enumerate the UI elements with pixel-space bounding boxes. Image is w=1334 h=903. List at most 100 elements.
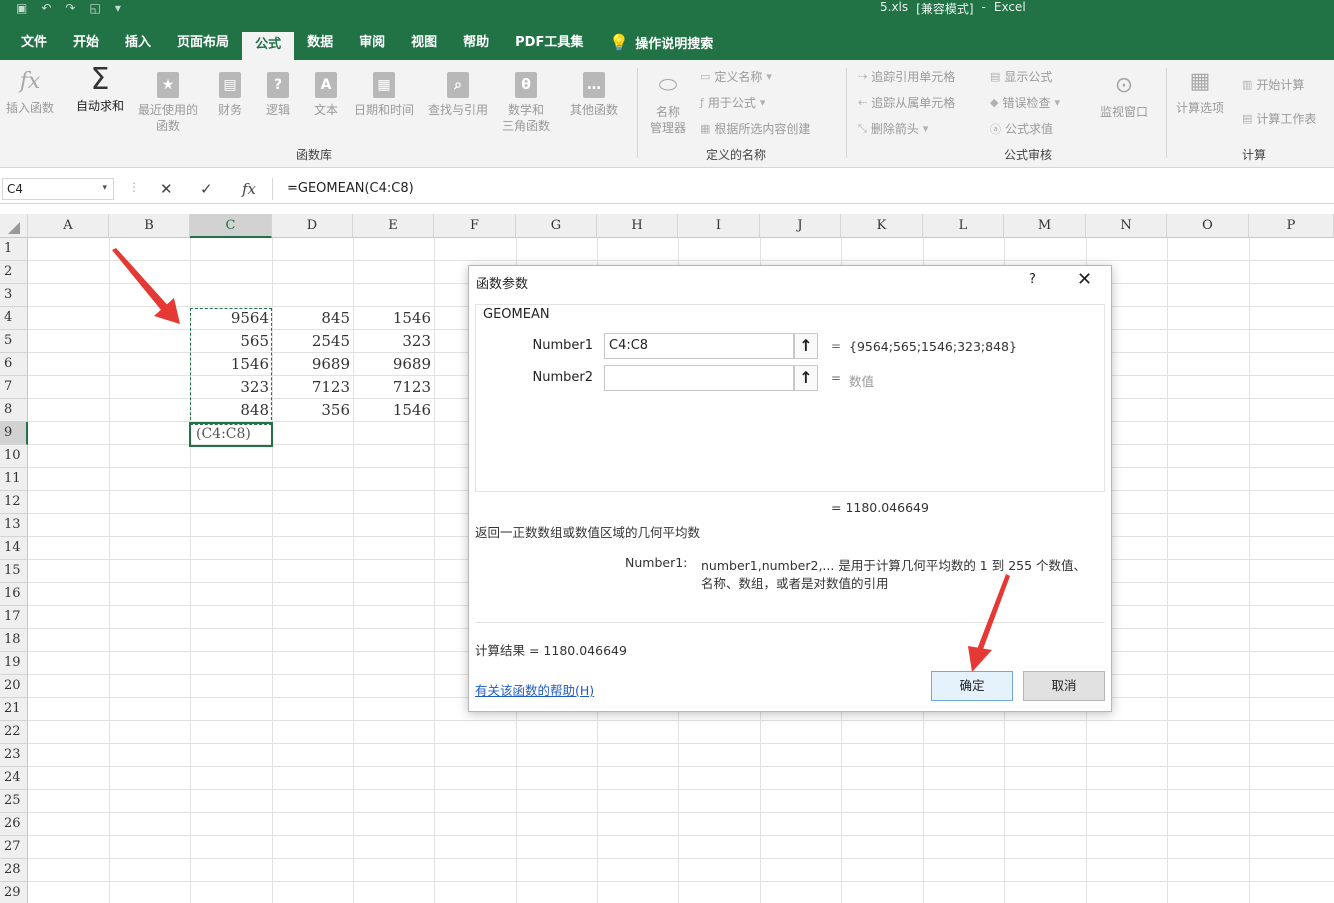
datetime-button[interactable]: ▦ 日期和时间 [354,68,414,118]
calc-options-button[interactable]: ▦ 计算选项 [1176,68,1224,116]
math-trig-button[interactable]: θ 数学和 三角函数 [502,68,550,134]
text-button[interactable]: A 文本 [314,68,338,118]
row-header-18[interactable]: 18 [0,629,28,652]
logical-button[interactable]: ? 逻辑 [266,68,290,118]
cell-e5[interactable]: 323 [353,330,434,353]
cancel-button[interactable]: 取消 [1023,671,1105,701]
watch-window-button[interactable]: ⊙ 监视窗口 [1100,72,1148,120]
formula-input[interactable]: =GEOMEAN(C4:C8) [272,178,1334,200]
recent-functions-button[interactable]: ★ 最近使用的 函数 [138,68,198,134]
row-header-1[interactable]: 1 [0,238,28,261]
define-name-button[interactable]: ▭ 定义名称 ▾ [700,68,772,85]
tab-formulas[interactable]: 公式 [242,32,295,60]
column-header-g[interactable]: G [516,214,597,238]
column-header-l[interactable]: L [923,214,1004,238]
active-cell-c9[interactable]: (C4:C8) [189,422,273,447]
row-header-7[interactable]: 7 [0,376,28,399]
row-header-15[interactable]: 15 [0,560,28,583]
column-header-j[interactable]: J [760,214,841,238]
save-icon[interactable]: ▣ [16,1,27,15]
cell-e6[interactable]: 9689 [353,353,434,376]
error-check-button[interactable]: ◆ 错误检查 ▾ [990,94,1060,111]
row-header-8[interactable]: 8 [0,399,28,422]
cell-e7[interactable]: 7123 [353,376,434,399]
row-header-22[interactable]: 22 [0,721,28,744]
tab-pdf-tools[interactable]: PDF工具集 [502,28,596,60]
evaluate-formula-button[interactable]: ⓐ 公式求值 [990,120,1053,137]
column-header-h[interactable]: H [597,214,678,238]
calc-sheet-button[interactable]: ▤ 计算工作表 [1242,110,1316,127]
tab-file[interactable]: 文件 [8,28,60,60]
redo-icon[interactable]: ↷ [65,1,75,15]
column-header-p[interactable]: P [1249,214,1334,238]
trace-dependents-button[interactable]: ⇠ 追踪从属单元格 [858,94,955,111]
tell-me-search[interactable]: 💡 操作说明搜索 [596,28,726,60]
row-header-20[interactable]: 20 [0,675,28,698]
ok-button[interactable]: 确定 [931,671,1013,701]
cell-d7[interactable]: 7123 [272,376,353,399]
row-header-16[interactable]: 16 [0,583,28,606]
create-from-selection-button[interactable]: ▦ 根据所选内容创建 [700,120,810,137]
tab-data[interactable]: 数据 [294,28,346,60]
insert-function-icon[interactable]: fx [242,180,256,198]
trace-precedents-button[interactable]: ⇢ 追踪引用单元格 [858,68,955,85]
column-header-b[interactable]: B [109,214,190,238]
row-header-3[interactable]: 3 [0,284,28,307]
cancel-icon[interactable]: ✕ [160,180,173,198]
tab-view[interactable]: 视图 [398,28,450,60]
row-header-17[interactable]: 17 [0,606,28,629]
remove-arrows-button[interactable]: ⤡ 删除箭头 ▾ [858,120,928,137]
customize-icon[interactable]: ▾ [115,1,121,15]
column-header-k[interactable]: K [841,214,923,238]
row-header-14[interactable]: 14 [0,537,28,560]
number2-input[interactable] [604,365,794,391]
tab-help[interactable]: 帮助 [450,28,502,60]
preview-icon[interactable]: ◱ [89,1,100,15]
column-header-m[interactable]: M [1004,214,1086,238]
row-header-10[interactable]: 10 [0,445,28,468]
tab-home[interactable]: 开始 [60,28,112,60]
cell-e8[interactable]: 1546 [353,399,434,422]
row-header-9[interactable]: 9 [0,422,28,445]
column-header-i[interactable]: I [678,214,760,238]
function-help-link[interactable]: 有关该函数的帮助(H) [475,680,594,699]
cell-d5[interactable]: 2545 [272,330,353,353]
row-header-19[interactable]: 19 [0,652,28,675]
collapse-arrow-icon[interactable]: ↑ [794,333,818,359]
collapse-arrow-icon[interactable]: ↑ [794,365,818,391]
financial-button[interactable]: ▤ 财务 [218,68,242,118]
row-header-23[interactable]: 23 [0,744,28,767]
number1-input[interactable]: C4:C8 [604,333,794,359]
column-header-o[interactable]: O [1167,214,1249,238]
tab-insert[interactable]: 插入 [112,28,164,60]
row-header-12[interactable]: 12 [0,491,28,514]
dialog-help-button[interactable]: ? [1029,272,1036,287]
enter-icon[interactable]: ✓ [200,180,213,198]
insert-function-button[interactable]: fx 插入函数 [6,68,54,116]
calc-now-button[interactable]: ▥ 开始计算 [1242,76,1304,93]
name-box[interactable]: C4 ▾ [2,178,114,200]
dialog-close-button[interactable]: ✕ [1077,269,1092,290]
row-header-29[interactable]: 29 [0,882,28,903]
undo-icon[interactable]: ↶ [41,1,51,15]
column-header-f[interactable]: F [434,214,516,238]
cell-d8[interactable]: 356 [272,399,353,422]
row-header-24[interactable]: 24 [0,767,28,790]
row-header-28[interactable]: 28 [0,859,28,882]
lookup-button[interactable]: ⌕ 查找与引用 [428,68,488,118]
row-header-5[interactable]: 5 [0,330,28,353]
tab-page-layout[interactable]: 页面布局 [164,28,242,60]
cell-d4[interactable]: 845 [272,307,353,330]
row-header-25[interactable]: 25 [0,790,28,813]
row-header-11[interactable]: 11 [0,468,28,491]
column-header-c[interactable]: C [190,214,272,238]
use-in-formula-button[interactable]: ƒ 用于公式 ▾ [700,94,765,111]
select-all-corner[interactable] [0,214,28,238]
row-header-4[interactable]: 4 [0,307,28,330]
name-manager-button[interactable]: ⬭ 名称 管理器 [650,72,686,136]
more-functions-button[interactable]: … 其他函数 [570,68,618,118]
row-header-6[interactable]: 6 [0,353,28,376]
autosum-button[interactable]: Σ 自动求和 [76,65,124,114]
column-header-a[interactable]: A [28,214,109,238]
column-header-e[interactable]: E [353,214,434,238]
